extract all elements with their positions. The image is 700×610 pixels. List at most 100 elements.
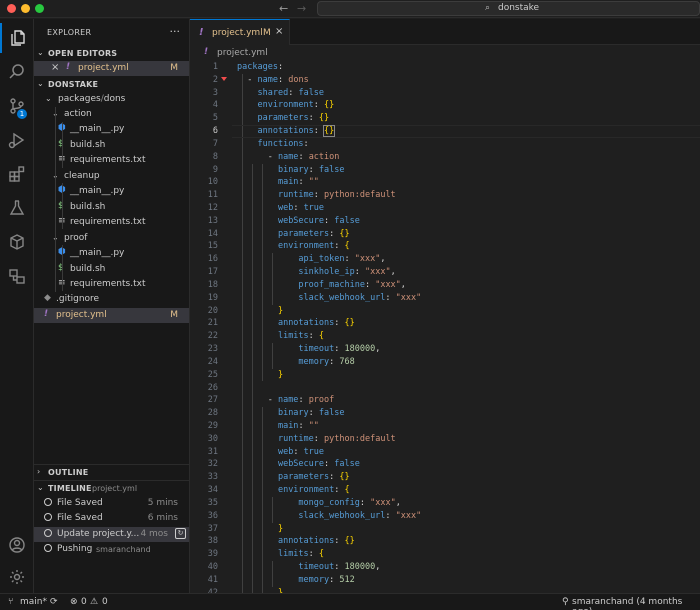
timeline-entry[interactable]: Pushing smaranchand (34, 542, 189, 557)
code-line[interactable]: 20 } (190, 305, 700, 318)
timeline-entry[interactable]: File Saved 6 mins (34, 511, 189, 526)
run-debug-button[interactable] (0, 125, 34, 155)
code-line[interactable]: 33 parameters: {} (190, 471, 700, 484)
close-icon[interactable]: × (275, 26, 283, 37)
code-line[interactable]: 28 binary: false (190, 407, 700, 420)
search-button[interactable] (0, 57, 34, 87)
folder-packages-dons[interactable]: ⌄ packages/dons (34, 92, 189, 107)
code-line[interactable]: 39 limits: { (190, 548, 700, 561)
code-line[interactable]: 23 timeout: 180000, (190, 343, 700, 356)
code-line[interactable]: 31 web: true (190, 446, 700, 459)
close-window-button[interactable] (7, 4, 16, 13)
file-item[interactable]: ! project.yml M (34, 307, 189, 323)
code-line[interactable]: 35 mongo_config: "xxx", (190, 497, 700, 510)
code-line[interactable]: 14 parameters: {} (190, 228, 700, 241)
code-line[interactable]: 3 shared: false (190, 87, 700, 100)
code-line[interactable]: 24 memory: 768 (190, 356, 700, 369)
code-line[interactable]: 40 timeout: 180000, (190, 561, 700, 574)
code-line[interactable]: 19 slack_webhook_url: "xxx" (190, 292, 700, 305)
code-line[interactable]: 16 api_token: "xxx", (190, 253, 700, 266)
code-line[interactable]: 5 parameters: {} (190, 112, 700, 125)
code-line[interactable]: 10 main: "" (190, 176, 700, 189)
outline-section[interactable]: › OUTLINE (34, 465, 189, 480)
file-item[interactable]: $ build.sh (34, 138, 189, 153)
file-item[interactable]: ≡requirements.txt (34, 277, 189, 292)
accounts-button[interactable] (0, 530, 34, 560)
code-line[interactable]: 32 webSecure: false (190, 458, 700, 471)
code-line[interactable]: 8 - name: action (190, 151, 700, 164)
sync-icon[interactable]: ⟳ (50, 597, 58, 607)
more-actions-icon[interactable]: ··· (170, 25, 181, 38)
branch-status[interactable]: main* (20, 597, 47, 607)
breadcrumb-file[interactable]: project.yml (217, 48, 268, 58)
code-editor[interactable]: 1 packages: 2 - name: dons 3 shared: false 4… (190, 61, 700, 600)
folder-item[interactable]: ⌄action (34, 107, 189, 122)
code-line[interactable]: 13 webSecure: false (190, 215, 700, 228)
arrow-left-icon[interactable]: ← (279, 2, 288, 15)
maximize-window-button[interactable] (35, 4, 44, 13)
code-line[interactable]: 25 } (190, 369, 700, 382)
timeline-section[interactable]: ⌄ TIMELINE project.yml (34, 481, 189, 496)
code-line[interactable]: 11 runtime: python:default (190, 189, 700, 202)
file-item[interactable]: $ build.sh (34, 262, 189, 277)
testing-button[interactable] (0, 193, 34, 223)
code-line[interactable]: 37 } (190, 523, 700, 536)
git-blame[interactable]: smaranchand (4 months ago) (572, 597, 700, 610)
code-line[interactable]: 2 - name: dons (190, 74, 700, 87)
code-line[interactable]: 12 web: true (190, 202, 700, 215)
containers-button[interactable] (0, 227, 34, 257)
extensions-button[interactable] (0, 159, 34, 189)
code-line[interactable]: 15 environment: { (190, 240, 700, 253)
code-line[interactable]: 21 annotations: {} (190, 317, 700, 330)
code-line[interactable]: 27 - name: proof (190, 394, 700, 407)
remote-explorer-button[interactable] (0, 261, 34, 291)
file-item[interactable]: ⬢__main__.py (34, 184, 189, 199)
close-icon[interactable]: × (51, 62, 59, 73)
file-item[interactable]: ⬢__main__.py (34, 122, 189, 137)
open-editors-section[interactable]: ⌄ OPEN EDITORS (34, 46, 189, 61)
file-item[interactable]: ◆ .gitignore (34, 292, 189, 307)
code-line[interactable]: 6 annotations: {} (190, 125, 700, 138)
code-token: { (318, 331, 325, 342)
file-item[interactable]: ⬢__main__.py (34, 246, 189, 261)
command-center-search[interactable]: ⌕ donstake (317, 1, 700, 16)
code-line[interactable]: 1 packages: (190, 61, 700, 74)
folder-item[interactable]: ⌄proof (34, 231, 189, 246)
file-item[interactable]: ≡requirements.txt (34, 215, 189, 230)
code-line[interactable]: 36 slack_webhook_url: "xxx" (190, 510, 700, 523)
source-control-button[interactable]: 1 (0, 91, 34, 121)
error-count[interactable]: 0 (81, 597, 87, 607)
workspace-root[interactable]: ⌄ DONSTAKE (34, 77, 189, 92)
manage-button[interactable] (0, 562, 34, 592)
file-item[interactable]: ≡requirements.txt (34, 153, 189, 168)
minimize-window-button[interactable] (21, 4, 30, 13)
code-line[interactable]: 22 limits: { (190, 330, 700, 343)
folder-item[interactable]: ⌄cleanup (34, 169, 189, 184)
file-item[interactable]: $ build.sh (34, 200, 189, 215)
open-editor-item[interactable]: × ! project.yml M (34, 61, 189, 76)
tab-project-yml[interactable]: ! project.yml M × (190, 19, 290, 45)
arrow-right-icon[interactable]: → (297, 2, 306, 15)
code-token: sinkhole_ip (298, 267, 355, 278)
code-token: : (277, 62, 284, 72)
sync-icon[interactable]: ↻ (175, 527, 186, 539)
line-number: 21 (207, 318, 218, 329)
code-line[interactable]: 7 functions: (190, 138, 700, 151)
code-line[interactable]: 30 runtime: python:default (190, 433, 700, 446)
timeline-entry[interactable]: File Saved 5 mins (34, 496, 189, 511)
code-line[interactable]: 26 (190, 382, 700, 395)
code-line[interactable]: 34 environment: { (190, 484, 700, 497)
code-line[interactable]: 29 main: "" (190, 420, 700, 433)
code-line[interactable]: 41 memory: 512 (190, 574, 700, 587)
code-token: : (329, 228, 340, 239)
code-line[interactable]: 17 sinkhole_ip: "xxx", (190, 266, 700, 279)
code-line[interactable]: 18 proof_machine: "xxx", (190, 279, 700, 292)
code-line[interactable]: 9 binary: false (190, 164, 700, 177)
code-token: false (318, 408, 345, 419)
warning-count[interactable]: 0 (102, 597, 108, 607)
code-line[interactable]: 4 environment: {} (190, 99, 700, 112)
explorer-button[interactable] (0, 23, 34, 53)
code-line[interactable]: 38 annotations: {} (190, 535, 700, 548)
timeline-entry[interactable]: Update project.y... 4 mos ↻ (34, 526, 189, 542)
